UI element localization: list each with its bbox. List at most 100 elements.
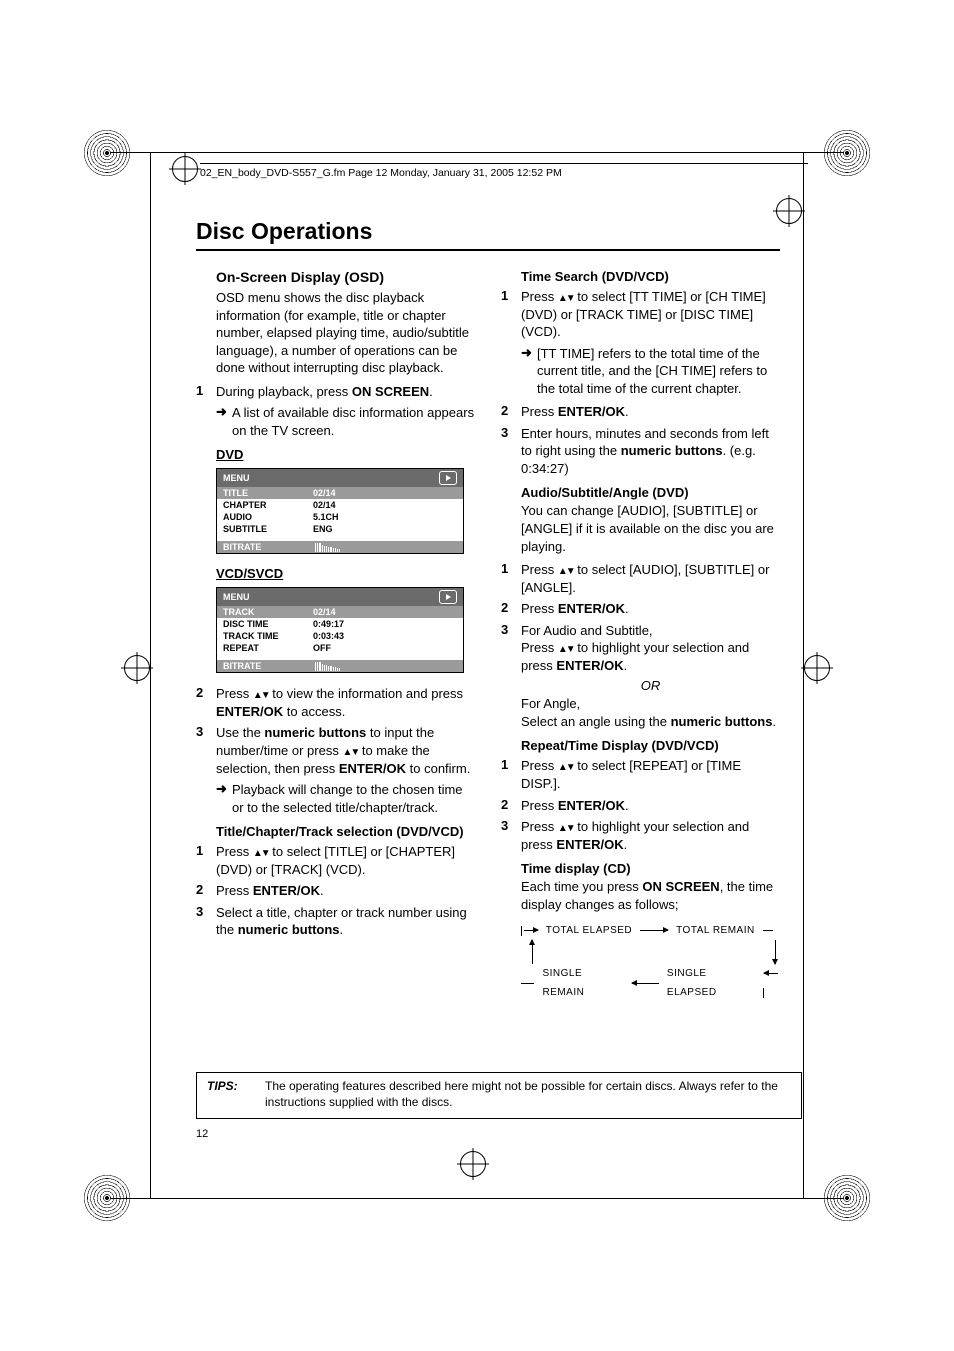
step-number: 1	[501, 288, 521, 341]
frame-line	[110, 152, 844, 153]
step-body: For Audio and Subtitle, Press ▲▼ to high…	[521, 622, 780, 675]
osd-value: 0:49:17	[313, 619, 344, 629]
td-intro: Each time you press ON SCREEN, the time …	[521, 878, 780, 913]
ts-step-2: 2 Press ENTER/OK.	[501, 403, 780, 421]
text: .	[625, 404, 629, 419]
text: Press	[216, 686, 253, 701]
step-number: 3	[501, 622, 521, 675]
button-label: ENTER/OK	[556, 837, 623, 852]
cycle-row-bottom: SINGLE REMAIN SINGLE ELAPSED	[521, 964, 780, 1002]
osd-label: TRACK	[223, 607, 313, 617]
osd-row: REPEATOFF	[217, 642, 463, 654]
step-number: 3	[501, 425, 521, 478]
arrow-down-icon	[775, 940, 776, 964]
tips-text: The operating features described here mi…	[265, 1079, 791, 1110]
play-icon	[439, 590, 457, 604]
tct-heading: Title/Chapter/Track selection (DVD/VCD)	[216, 824, 475, 839]
step-body: Press ▲▼ to highlight your selection and…	[521, 818, 780, 853]
title-rule	[196, 249, 780, 251]
text: Press	[521, 758, 558, 773]
ts-step-3: 3 Enter hours, minutes and seconds from …	[501, 425, 780, 478]
step-body: Enter hours, minutes and seconds from le…	[521, 425, 780, 478]
osd-heading: On-Screen Display (OSD)	[216, 269, 475, 285]
osd-label: DISC TIME	[223, 619, 313, 629]
ts-step-1: 1 Press ▲▼ to select [TT TIME] or [CH TI…	[501, 288, 780, 341]
step-body: Press ENTER/OK.	[216, 882, 475, 900]
step-number: 3	[196, 724, 216, 777]
step-body: Press ENTER/OK.	[521, 797, 780, 815]
asa-step-1: 1 Press ▲▼ to select [AUDIO], [SUBTITLE]…	[501, 561, 780, 596]
step-2: 2 Press ▲▼ to view the information and p…	[196, 685, 475, 720]
osd-vcd-box: MENU TRACK02/14 DISC TIME0:49:17 TRACK T…	[216, 587, 464, 673]
text: During playback, press	[216, 384, 352, 399]
osd-value: 02/14	[313, 488, 336, 498]
arrow-left-icon	[764, 964, 780, 1002]
tips-label: TIPS:	[207, 1079, 251, 1110]
text: to confirm.	[406, 761, 470, 776]
text: Press	[521, 798, 558, 813]
step-number: 3	[501, 818, 521, 853]
td-heading: Time display (CD)	[521, 861, 780, 876]
osd-row: DISC TIME0:49:17	[217, 618, 463, 630]
tips-box: TIPS: The operating features described h…	[196, 1072, 802, 1119]
page-title: Disc Operations	[196, 218, 780, 245]
step-body: Press ▲▼ to select [REPEAT] or [TIME DIS…	[521, 757, 780, 792]
button-label: ENTER/OK	[253, 883, 320, 898]
arrow-up-icon	[532, 940, 533, 964]
step-body: Press ENTER/OK.	[521, 403, 780, 421]
step-body: Select a title, chapter or track number …	[216, 904, 475, 939]
text: Press	[521, 819, 558, 834]
text: Press	[521, 562, 558, 577]
text: Each time you press	[521, 879, 642, 894]
result-arrow: ➜ Playback will change to the chosen tim…	[216, 781, 475, 816]
bitrate-bars-icon	[315, 543, 340, 552]
button-label: ENTER/OK	[558, 404, 625, 419]
step-body: Use the numeric buttons to input the num…	[216, 724, 475, 777]
osd-row: AUDIO5.1CH	[217, 511, 463, 523]
text: Press	[216, 883, 253, 898]
up-down-icon: ▲▼	[558, 644, 574, 655]
arrow-left-icon	[632, 983, 659, 984]
bitrate-label: BITRATE	[223, 661, 313, 671]
text: .	[320, 883, 324, 898]
crosshair-bottom	[460, 1151, 486, 1177]
button-label: ENTER/OK	[216, 704, 283, 719]
frame-line	[150, 152, 151, 1199]
crosshair-right	[804, 655, 830, 681]
tct-step-2: 2 Press ENTER/OK.	[196, 882, 475, 900]
button-label: ENTER/OK	[556, 658, 623, 673]
text: .	[625, 798, 629, 813]
step-number: 1	[196, 843, 216, 878]
osd-row: TITLE02/14	[217, 487, 463, 499]
osd-label: AUDIO	[223, 512, 313, 522]
or-separator: OR	[501, 678, 780, 693]
button-label: ENTER/OK	[339, 761, 406, 776]
button-label: ENTER/OK	[558, 798, 625, 813]
button-label: ENTER/OK	[558, 601, 625, 616]
step-number: 1	[501, 561, 521, 596]
step-body: Press ▲▼ to select [TT TIME] or [CH TIME…	[521, 288, 780, 341]
text: .	[624, 658, 628, 673]
asa-angle-block: For Angle, Select an angle using the num…	[501, 695, 780, 730]
cycle-verticals	[521, 940, 780, 964]
step-number: 2	[196, 882, 216, 900]
text: to access.	[283, 704, 345, 719]
menu-label: MENU	[223, 473, 250, 483]
text: Select an angle using the	[521, 714, 671, 729]
up-down-icon: ▲▼	[558, 823, 574, 834]
up-down-icon: ▲▼	[253, 848, 269, 859]
osd-value: 02/14	[313, 607, 336, 617]
text: For Audio and Subtitle,	[521, 623, 653, 638]
ts-heading: Time Search (DVD/VCD)	[521, 269, 780, 284]
osd-label: SUBTITLE	[223, 524, 313, 534]
button-label: numeric buttons	[671, 714, 773, 729]
page-number: 12	[196, 1128, 208, 1140]
button-label: numeric buttons	[264, 725, 366, 740]
connector-line	[521, 983, 534, 984]
text: .	[624, 837, 628, 852]
cycle-label: SINGLE REMAIN	[542, 964, 624, 1002]
text: For Angle,	[521, 695, 780, 713]
button-label: ON SCREEN	[642, 879, 719, 894]
result-text: A list of available disc information app…	[232, 404, 475, 439]
step-body: Press ▲▼ to select [AUDIO], [SUBTITLE] o…	[521, 561, 780, 596]
